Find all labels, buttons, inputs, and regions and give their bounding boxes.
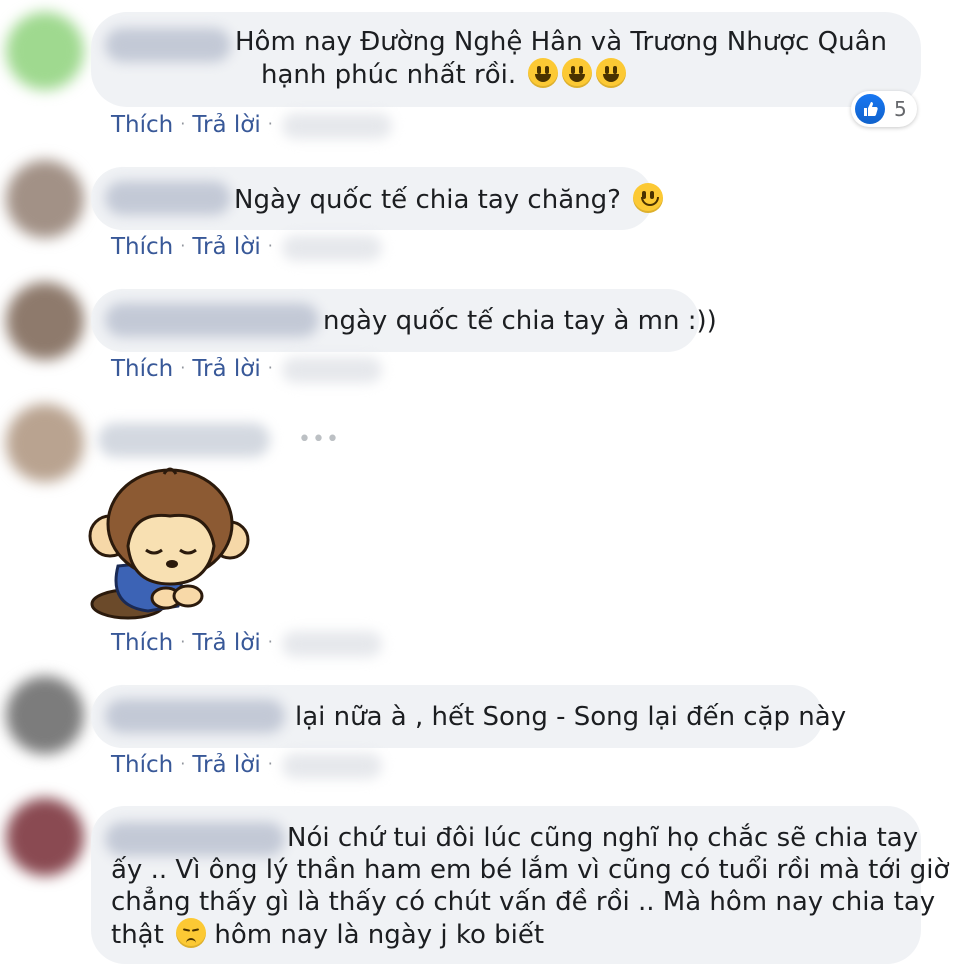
more-options-icon[interactable]: ••• [298,429,340,451]
comment-text-line4-end: hôm nay là ngày j ko biết [214,920,545,950]
commenter-avatar[interactable] [6,798,84,876]
comment-text: Ngày quốc tế chia tay chăng? [234,185,621,215]
grinning-face-icon [596,58,627,88]
comment-bubble: Hôm nay Đường Nghệ Hân và Trương Nhược Q… [91,12,921,107]
like-link[interactable]: Thích [111,234,173,260]
comment-bubble: lại nữa à , hết Song - Song lại đến cặp … [91,685,846,748]
separator: · [267,358,273,377]
separator: · [180,236,186,255]
timestamp[interactable] [282,753,382,779]
commenter-avatar[interactable] [6,404,84,482]
commenter-avatar[interactable] [6,676,84,754]
separator: · [267,236,273,255]
reply-link[interactable]: Trả lời [192,112,260,138]
separator: · [267,754,273,773]
comment-bubble: Ngày quốc tế chia tay chăng? [91,167,664,230]
comment-text-line1: Nói chứ tui đôi lúc cũng nghĩ họ chắc sẽ… [287,823,919,853]
reply-link[interactable]: Trả lời [192,234,260,260]
comment-bubble: ngày quốc tế chia tay à mn :)) [91,289,717,352]
separator: · [180,754,186,773]
pensive-face-icon [176,918,207,948]
separator: · [180,358,186,377]
comment-text-line2: hạnh phúc nhất rồi. [261,60,517,90]
commenter-avatar[interactable] [6,12,84,90]
grinning-face-icon [562,58,593,88]
reply-link[interactable]: Trả lời [192,356,260,382]
reply-link[interactable]: Trả lời [192,630,260,656]
comment-actions: Thích · Trả lời · [111,232,280,264]
separator: · [267,114,273,133]
comment-actions: Thích · Trả lời · [111,110,280,142]
timestamp[interactable] [282,631,382,657]
comment-bubble: Nói chứ tui đôi lúc cũng nghĩ họ chắc sẽ… [91,806,949,964]
monkey-sad-sticker [88,466,253,626]
commenter-name[interactable] [105,699,285,733]
like-link[interactable]: Thích [111,356,173,382]
commenter-name[interactable] [105,181,231,215]
like-link[interactable]: Thích [111,752,173,778]
timestamp[interactable] [282,235,382,261]
grinning-face-icon [528,58,559,88]
comment-text: lại nữa à , hết Song - Song lại đến cặp … [295,702,847,732]
comment-actions: Thích · Trả lời · [111,750,280,782]
comment-text-line4: thật [111,920,164,950]
like-link[interactable]: Thích [111,630,173,656]
reply-link[interactable]: Trả lời [192,752,260,778]
commenter-name[interactable] [105,28,231,62]
commenter-avatar[interactable] [6,282,84,360]
reaction-count: 5 [894,97,907,121]
separator: · [267,632,273,651]
comment-text-line2: ấy .. Vì ông lý thần ham em bé lắm vì cũ… [111,855,950,885]
timestamp[interactable] [282,357,382,383]
comment-actions: Thích · Trả lời · [111,354,280,386]
commenter-name[interactable] [105,303,319,337]
timestamp[interactable] [282,113,392,139]
reaction-summary[interactable]: 5 [851,91,917,127]
comment-actions: Thích · Trả lời · [111,628,280,660]
like-link[interactable]: Thích [111,112,173,138]
separator: · [180,114,186,133]
like-reaction-icon [855,94,885,124]
slightly-smiling-face-icon [633,183,664,213]
comment-text: ngày quốc tế chia tay à mn :)) [323,306,717,336]
commenter-name[interactable] [98,423,270,457]
commenter-avatar[interactable] [6,160,84,238]
commenter-name[interactable] [105,822,285,856]
comment-text: Hôm nay Đường Nghệ Hân và Trương Nhược Q… [235,27,888,57]
comment-text-line3: chẳng thấy gì là thấy có chút vấn đề rồi… [111,887,936,917]
separator: · [180,632,186,651]
